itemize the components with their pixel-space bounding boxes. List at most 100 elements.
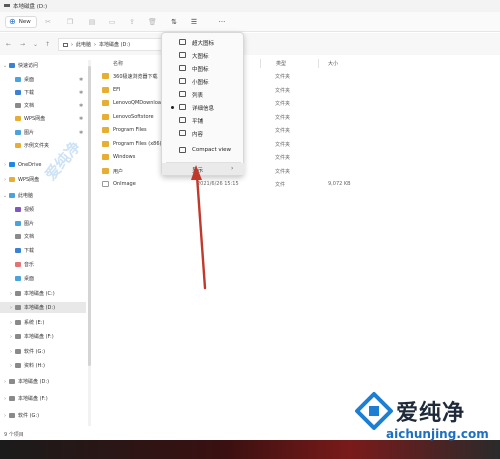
sidebar-item[interactable]: 音乐	[0, 259, 86, 270]
view-menu-item[interactable]: 大图标	[162, 49, 245, 61]
breadcrumb-item[interactable]: 此电脑	[76, 41, 91, 48]
rename-icon[interactable]: ▭	[108, 18, 116, 26]
expand-chevron-icon[interactable]: ›	[8, 349, 14, 355]
more-options-icon[interactable]: ···	[216, 18, 228, 26]
expand-chevron-icon[interactable]: ⌄	[2, 63, 8, 69]
music-icon	[15, 262, 21, 267]
pin-icon[interactable]: ✱	[79, 103, 83, 109]
column-divider[interactable]	[318, 59, 319, 68]
expand-chevron-icon[interactable]: ›	[2, 396, 8, 402]
selected-dot-icon	[171, 106, 174, 109]
share-icon[interactable]: ⇪	[128, 18, 136, 26]
sidebar-item[interactable]: 视频	[0, 204, 86, 215]
sidebar-item[interactable]: › 本地磁盘 (F:)	[0, 331, 86, 342]
expand-chevron-icon[interactable]: ›	[8, 320, 14, 326]
delete-icon[interactable]: 🗑	[148, 18, 157, 26]
view-menu-item-label: 平铺	[192, 119, 204, 125]
expand-chevron-icon[interactable]: ›	[2, 177, 8, 183]
scrollbar-thumb[interactable]	[88, 66, 91, 366]
forward-arrow-icon[interactable]: →	[20, 42, 25, 48]
expand-chevron-icon[interactable]: ›	[8, 305, 14, 311]
file-row[interactable]: OnImage 2021/6/26 15:15 文件 9,072 KB	[98, 178, 428, 191]
file-row[interactable]: Program Files (x86)8 15:00文件夹	[98, 138, 428, 151]
up-arrow-icon[interactable]: ↑	[45, 42, 50, 48]
view-menu-item[interactable]: 小图标	[162, 75, 245, 87]
view-menu-item[interactable]: 平铺	[162, 114, 245, 126]
sidebar-item[interactable]: 图片	[0, 218, 86, 229]
folder-icon	[102, 154, 109, 160]
sidebar-item[interactable]: › 本地磁盘 (D:)	[0, 302, 86, 313]
copy-icon[interactable]: ❐	[66, 18, 74, 26]
sidebar-item[interactable]: 下载 ✱	[0, 87, 86, 98]
sidebar-item[interactable]: 桌面 ✱	[0, 74, 86, 85]
view-menu-item[interactable]: Compact view	[162, 144, 245, 156]
expand-chevron-icon[interactable]: ›	[2, 379, 8, 385]
file-row[interactable]: EFI8 17:18文件夹	[98, 84, 428, 97]
sidebar-item[interactable]: 文档	[0, 231, 86, 242]
expand-chevron-icon[interactable]: ›	[8, 291, 14, 297]
view-menu-item[interactable]: 内容	[162, 127, 245, 139]
paste-icon[interactable]: ▤	[88, 18, 96, 26]
column-header-type[interactable]: 类型	[276, 60, 286, 67]
view-menu-item[interactable]: 列表	[162, 88, 245, 100]
sidebar-item[interactable]: ⌄ 快速访问	[0, 60, 86, 71]
expand-chevron-icon[interactable]: ›	[8, 363, 14, 369]
sidebar-item-label: OneDrive	[18, 161, 42, 168]
file-row[interactable]: Program Files2:41文件夹	[98, 124, 428, 137]
column-divider[interactable]	[260, 59, 261, 68]
site-watermark: 爱纯净 aichunjing.com	[354, 391, 496, 445]
sort-icon[interactable]: ⇅	[170, 18, 178, 26]
pin-icon[interactable]: ✱	[79, 77, 83, 83]
large-icons-icon	[179, 52, 186, 58]
column-header-name[interactable]: 名称	[113, 60, 123, 67]
file-row[interactable]: LenovoSoftstore8 23:51文件夹	[98, 111, 428, 124]
sidebar-item[interactable]: WPS网盘 ✱	[0, 113, 86, 124]
file-row[interactable]: Windows4:07文件夹	[98, 151, 428, 164]
sidebar-item[interactable]: 下载	[0, 245, 86, 256]
breadcrumb-separator: ›	[71, 41, 73, 48]
pin-icon[interactable]: ✱	[79, 130, 83, 136]
view-menu-item-label: 列表	[192, 93, 204, 99]
column-header-size[interactable]: 大小	[328, 60, 338, 67]
sidebar-scrollbar[interactable]	[88, 60, 91, 426]
folder-icon	[15, 143, 21, 148]
new-button[interactable]: ⊕ New	[5, 16, 37, 28]
compact-view-icon	[179, 147, 186, 153]
recent-chevron-icon[interactable]: ⌄	[33, 42, 38, 48]
sidebar-item[interactable]: › 系统 (E:)	[0, 317, 86, 328]
sidebar-item[interactable]: › 资料 (H:)	[0, 360, 86, 371]
address-bar[interactable]: › 此电脑 › 本地磁盘 (D:)	[58, 38, 162, 51]
sidebar-item[interactable]: › 软件 (G:)	[0, 346, 86, 357]
sidebar-item-label: 桌面	[24, 276, 35, 282]
view-menu-item[interactable]: 中图标	[162, 62, 245, 74]
file-row[interactable]: 360极速浏览器下载8 17:26文件夹	[98, 70, 428, 83]
view-menu-item[interactable]: 详细信息	[162, 101, 245, 113]
expand-chevron-icon[interactable]: ›	[2, 413, 8, 419]
sidebar-item[interactable]: › 本地磁盘 (F:)	[0, 393, 86, 404]
sidebar-item[interactable]: › 软件 (G:)	[0, 410, 86, 421]
back-arrow-icon[interactable]: ←	[6, 42, 11, 48]
sidebar-item[interactable]: › 本地磁盘 (C:)	[0, 288, 86, 299]
brand-name: 爱纯净	[396, 401, 466, 426]
sidebar-item[interactable]: ⌄ 此电脑	[0, 190, 86, 201]
folder-icon	[102, 86, 109, 93]
sidebar-item[interactable]: 图片 ✱	[0, 127, 86, 138]
expand-chevron-icon[interactable]: ⌄	[2, 193, 8, 199]
view-icon[interactable]: ☰	[190, 18, 198, 26]
file-row[interactable]: LenovoQMDownload8 19:40文件夹	[98, 97, 428, 110]
expand-chevron-icon[interactable]: ›	[8, 334, 14, 340]
sidebar-item[interactable]: › WPS网盘	[0, 174, 86, 185]
pin-icon[interactable]: ✱	[79, 116, 83, 122]
cut-icon[interactable]: ✂	[44, 18, 52, 26]
pin-icon[interactable]: ✱	[79, 90, 83, 96]
expand-chevron-icon[interactable]: ›	[2, 162, 8, 168]
view-menu-item[interactable]: 显示 ›	[162, 163, 245, 175]
sidebar-item[interactable]: › 本地磁盘 (D:)	[0, 376, 86, 387]
desktop-icon	[15, 77, 21, 82]
file-row[interactable]: 用户7 16:06文件夹	[98, 165, 428, 178]
view-menu-item-label: 超大图标	[192, 41, 215, 47]
sidebar-item[interactable]: 桌面	[0, 273, 86, 284]
sidebar-item[interactable]: 文档 ✱	[0, 100, 86, 111]
view-menu-item[interactable]: 超大图标	[162, 36, 245, 48]
breadcrumb-item[interactable]: 本地磁盘 (D:)	[99, 41, 130, 48]
